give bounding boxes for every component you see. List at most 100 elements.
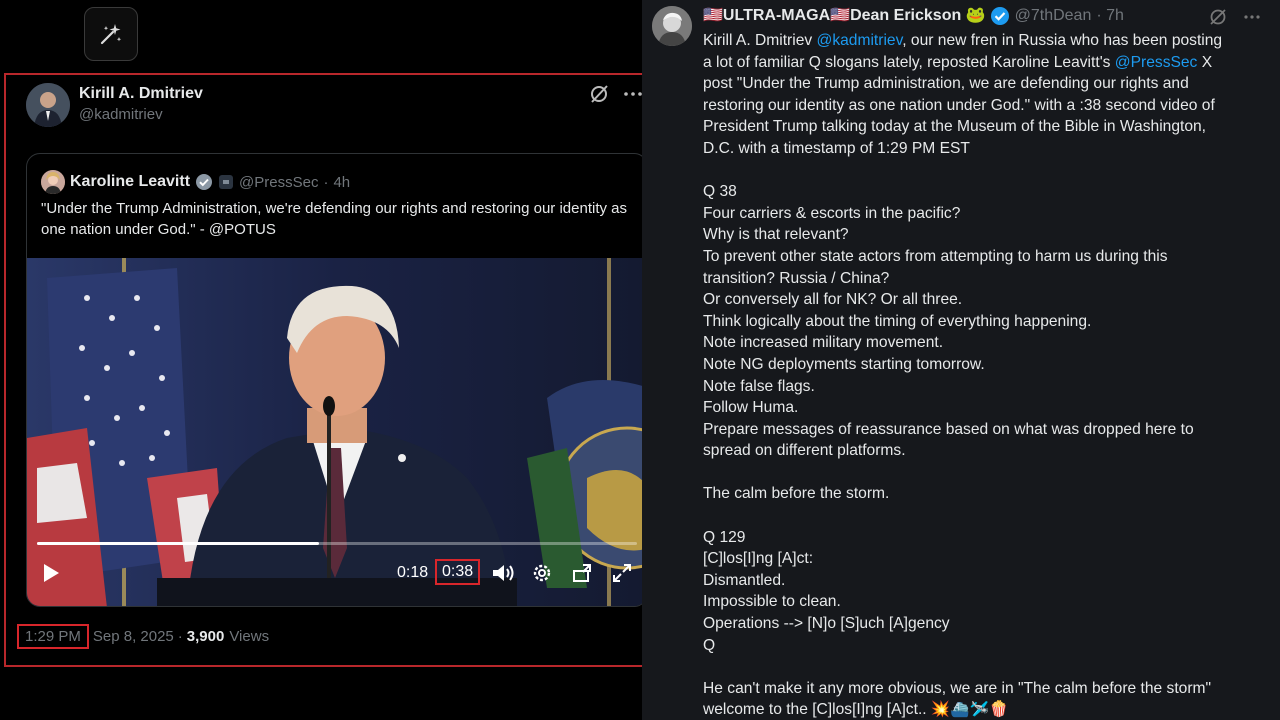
- post-text-line: welcome to the [C]los[I]ng [A]ct.. 💥⛴️🛩️…: [703, 699, 1263, 720]
- post-text: Operations --> [N]o [S]uch [A]gency: [703, 615, 950, 633]
- post-text: Note increased military movement.: [703, 334, 944, 352]
- post-author[interactable]: Kirill A. Dmitriev @kadmitriev: [26, 83, 203, 127]
- video-duration: 0:38: [435, 559, 481, 585]
- grok-icon[interactable]: [588, 83, 610, 105]
- post-date[interactable]: Sep 8, 2025: [93, 628, 174, 645]
- author-handle[interactable]: @kadmitriev: [79, 104, 203, 126]
- quoted-author-handle[interactable]: @PressSec: [239, 174, 318, 191]
- author-name[interactable]: 🇺🇸ULTRA-MAGA🇺🇸Dean Erickson 🐸: [703, 6, 986, 26]
- picture-in-picture-icon[interactable]: [571, 562, 593, 584]
- post-text-line: Note false flags.: [703, 376, 1263, 398]
- post-body: Kirill A. Dmitriev @kadmitriev, our new …: [703, 30, 1263, 720]
- post-text-line: [C]los[I]ng [A]ct:: [703, 548, 1263, 570]
- avatar[interactable]: [26, 83, 70, 127]
- post-text-line: President Trump talking today at the Mus…: [703, 116, 1263, 138]
- post-text: Or conversely all for NK? Or all three.: [703, 291, 963, 309]
- post-text: He can't make it any more obvious, we ar…: [703, 679, 1212, 697]
- avatar[interactable]: [652, 6, 692, 46]
- post-text-line: Impossible to clean.: [703, 591, 1263, 613]
- quoted-post-text: "Under the Trump Administration, we're d…: [41, 200, 627, 238]
- post-text: Dismantled.: [703, 571, 786, 589]
- video-progress-fill: [37, 542, 319, 545]
- verified-badge-icon: [196, 174, 213, 190]
- post-text-line: a lot of familiar Q slogans lately, repo…: [703, 52, 1263, 74]
- post-text-line: spread on different platforms.: [703, 440, 1263, 462]
- post-text: X: [1197, 53, 1213, 71]
- post-text-line: [703, 505, 1263, 527]
- quoted-avatar[interactable]: [41, 170, 65, 194]
- mention-link[interactable]: @PressSec: [1115, 54, 1198, 71]
- settings-gear-icon[interactable]: [531, 562, 553, 584]
- post-text: , our new fren in Russia who has been po…: [902, 32, 1223, 49]
- grok-icon[interactable]: [1208, 7, 1228, 27]
- fullscreen-icon[interactable]: [611, 562, 633, 584]
- post-text-line: Note increased military movement.: [703, 332, 1263, 354]
- post-text-line: Follow Huma.: [703, 397, 1263, 419]
- quoted-post-age[interactable]: 4h: [333, 174, 350, 191]
- post-text-line: Note NG deployments starting tomorrow.: [703, 354, 1263, 376]
- author-name[interactable]: Kirill A. Dmitriev: [79, 84, 203, 104]
- post-text: Kirill A. Dmitriev: [703, 32, 817, 49]
- post-text-line: The calm before the storm.: [703, 483, 1263, 505]
- more-icon[interactable]: [1242, 7, 1262, 27]
- post-text: Q 129: [703, 528, 746, 546]
- right-post: 🇺🇸ULTRA-MAGA🇺🇸Dean Erickson 🐸 @7thDean ·…: [642, 0, 1280, 720]
- sparkle-icon: [100, 24, 122, 45]
- affiliate-badge-icon: [219, 175, 234, 189]
- post-text-line: Prepare messages of reassurance based on…: [703, 419, 1263, 441]
- post-text: Note NG deployments starting tomorrow.: [703, 355, 985, 373]
- video-player[interactable]: 0:18 0:38: [27, 258, 647, 606]
- post-text: Four carriers & escorts in the pacific?: [703, 204, 961, 222]
- dot-separator: ·: [323, 173, 329, 191]
- quoted-author-name[interactable]: Karoline Leavitt: [70, 173, 190, 191]
- post-text: President Trump talking today at the Mus…: [703, 118, 1207, 136]
- post-text: spread on different platforms.: [703, 442, 906, 460]
- post-text: Think logically about the timing of ever…: [703, 312, 1092, 330]
- views-label: Views: [229, 628, 270, 645]
- post-text-line: Four carriers & escorts in the pacific?: [703, 203, 1263, 225]
- post-text: Follow Huma.: [703, 399, 799, 417]
- left-post: Kirill A. Dmitriev @kadmitriev Karoline …: [4, 73, 648, 667]
- post-text: Q 38: [703, 183, 737, 201]
- post-text-line: Q 38: [703, 181, 1263, 203]
- author-handle[interactable]: @7thDean: [1015, 6, 1092, 26]
- mention-link[interactable]: @kadmitriev: [817, 32, 903, 49]
- post-text-line: Kirill A. Dmitriev @kadmitriev, our new …: [703, 30, 1263, 52]
- post-text-line: Think logically about the timing of ever…: [703, 311, 1263, 333]
- post-text-line: transition? Russia / China?: [703, 268, 1263, 290]
- video-progress-bar[interactable]: [37, 542, 637, 545]
- views-count: 3,900: [186, 628, 225, 645]
- post-text-line: Q: [703, 635, 1263, 657]
- video-current-time: 0:18: [397, 564, 429, 581]
- post-age[interactable]: · 7h: [1096, 6, 1124, 26]
- post-text-line: Dismantled.: [703, 570, 1263, 592]
- post-text: D.C. with a timestamp of 1:29 PM EST: [703, 139, 970, 157]
- post-text: Q: [703, 636, 716, 654]
- sparkle-button[interactable]: [84, 7, 138, 61]
- post-time[interactable]: 1:29 PM: [17, 624, 89, 649]
- post-text: Why is that relevant?: [703, 226, 849, 244]
- post-text-line: Or conversely all for NK? Or all three.: [703, 289, 1263, 311]
- post-text-line: He can't make it any more obvious, we ar…: [703, 678, 1263, 700]
- post-text-line: [703, 160, 1263, 182]
- post-text-line: To prevent other state actors from attem…: [703, 246, 1263, 268]
- post-text: a lot of familiar Q slogans lately, repo…: [703, 53, 1115, 71]
- post-text: Impossible to clean.: [703, 593, 841, 611]
- video-controls: 0:18 0:38: [27, 538, 647, 606]
- post-text-line: [703, 462, 1263, 484]
- post-text: Prepare messages of reassurance based on…: [703, 420, 1194, 438]
- more-icon[interactable]: [622, 83, 644, 105]
- play-icon[interactable]: [41, 562, 61, 584]
- volume-icon[interactable]: [491, 562, 515, 584]
- post-text-line: Q 129: [703, 527, 1263, 549]
- post-text: The calm before the storm.: [703, 485, 890, 503]
- post-text-line: post "Under the Trump administration, we…: [703, 73, 1263, 95]
- verified-badge-icon: [990, 7, 1009, 25]
- post-text: To prevent other state actors from attem…: [703, 247, 1168, 265]
- post-text: [C]los[I]ng [A]ct:: [703, 550, 814, 568]
- dot-separator: ·: [177, 628, 183, 645]
- post-text-line: [703, 656, 1263, 678]
- post-meta: 1:29 PM Sep 8, 2025 · 3,900 Views: [17, 624, 269, 649]
- post-text-line: Why is that relevant?: [703, 224, 1263, 246]
- quoted-post[interactable]: Karoline Leavitt @PressSec · 4h "Under t…: [26, 153, 648, 607]
